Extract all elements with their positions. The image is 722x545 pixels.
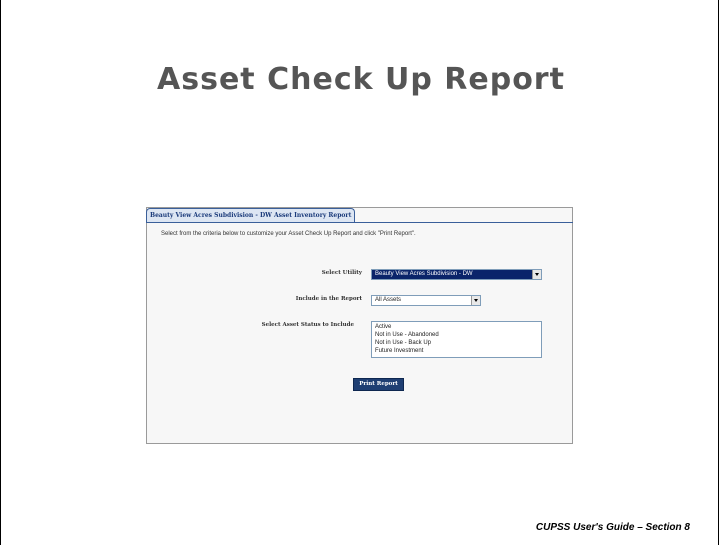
status-option-backup[interactable]: Not in Use - Back Up bbox=[375, 339, 538, 347]
select-utility-label: Select Utility bbox=[321, 270, 362, 276]
chevron-down-icon[interactable] bbox=[532, 270, 541, 279]
panel-tab-title[interactable]: Beauty View Acres Subdivision - DW Asset… bbox=[146, 208, 356, 223]
include-in-report-value: All Assets bbox=[375, 297, 402, 303]
print-report-button[interactable]: Print Report bbox=[353, 378, 404, 391]
status-option-active[interactable]: Active bbox=[375, 323, 538, 331]
chevron-down-icon[interactable] bbox=[471, 296, 480, 305]
status-option-abandoned[interactable]: Not in Use - Abandoned bbox=[375, 331, 538, 339]
panel-tab-divider bbox=[146, 222, 573, 223]
select-utility-value: Beauty View Acres Subdivision - DW bbox=[375, 271, 473, 277]
slide-title: Asset Check Up Report bbox=[157, 62, 565, 97]
select-utility-dropdown[interactable]: Beauty View Acres Subdivision - DW bbox=[371, 269, 542, 280]
status-option-future[interactable]: Future Investment bbox=[375, 347, 538, 355]
asset-status-label: Select Asset Status to Include bbox=[261, 322, 354, 328]
include-in-report-label: Include in the Report bbox=[295, 296, 362, 302]
slide-footer: CUPSS User's Guide – Section 8 bbox=[535, 522, 690, 533]
instruction-text: Select from the criteria below to custom… bbox=[161, 231, 416, 237]
asset-status-listbox[interactable]: Active Not in Use - Abandoned Not in Use… bbox=[371, 321, 542, 358]
include-in-report-dropdown[interactable]: All Assets bbox=[371, 295, 481, 306]
